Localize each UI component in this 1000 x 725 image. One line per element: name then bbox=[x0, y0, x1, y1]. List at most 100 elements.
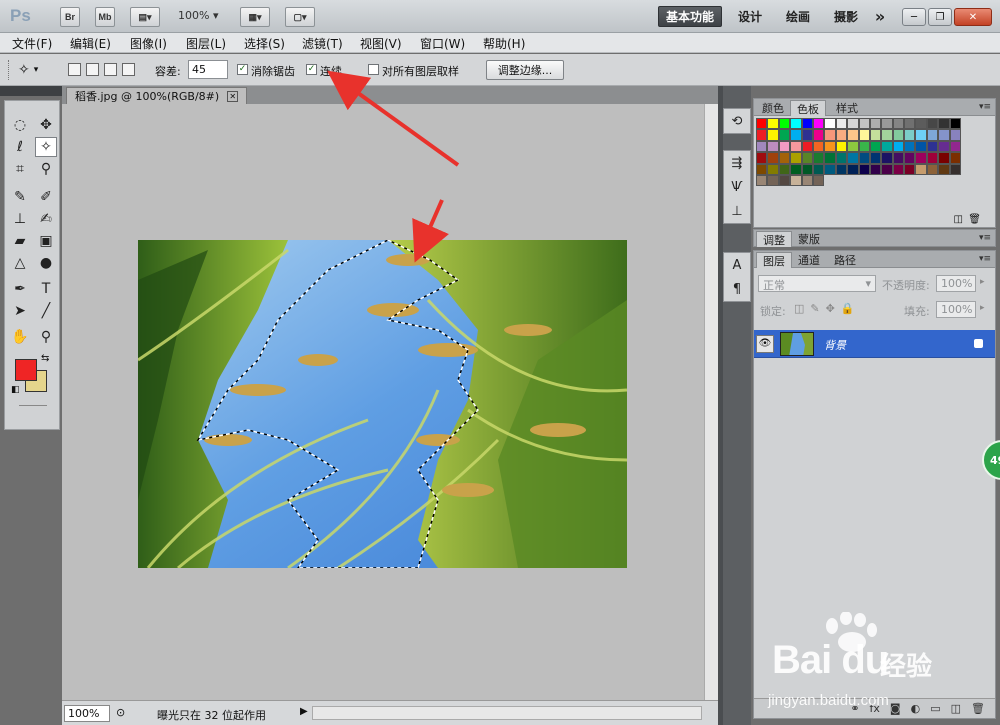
color-swatch[interactable] bbox=[847, 118, 859, 130]
panel-menu-icon[interactable]: ▾≡ bbox=[979, 254, 991, 264]
color-swatch[interactable] bbox=[869, 129, 882, 141]
color-swatch[interactable] bbox=[801, 163, 813, 175]
delete-layer-icon[interactable]: 🗑 bbox=[971, 702, 985, 715]
color-swatch[interactable] bbox=[892, 163, 905, 175]
color-swatch[interactable] bbox=[949, 118, 962, 130]
menu-layer[interactable]: 图层(L) bbox=[186, 35, 226, 52]
quick-mask-button[interactable] bbox=[19, 405, 47, 406]
color-swatch[interactable] bbox=[949, 129, 962, 141]
brush-presets-icon[interactable]: ⇶ bbox=[724, 151, 750, 175]
color-swatch[interactable] bbox=[915, 118, 927, 130]
color-swatch[interactable] bbox=[858, 140, 870, 153]
color-swatch[interactable] bbox=[778, 140, 791, 153]
color-swatch[interactable] bbox=[847, 140, 859, 153]
layer-row-background[interactable]: 👁 背景 bbox=[754, 330, 995, 358]
status-info-icon[interactable]: ⊙ bbox=[116, 706, 125, 719]
workspace-essentials[interactable]: 基本功能 bbox=[658, 6, 722, 27]
color-swatch[interactable] bbox=[778, 163, 791, 175]
clone-stamp-icon[interactable]: ⊥ bbox=[9, 209, 31, 229]
color-swatch[interactable] bbox=[926, 118, 939, 130]
refine-edge-button[interactable]: 调整边缘... bbox=[486, 60, 564, 80]
gradient-tool-icon[interactable]: ▣ bbox=[35, 231, 57, 251]
vertical-scrollbar[interactable] bbox=[704, 104, 718, 700]
history-brush-icon[interactable]: ✍ bbox=[35, 209, 57, 229]
color-swatch[interactable] bbox=[858, 129, 870, 141]
subtract-selection-mode[interactable] bbox=[104, 63, 117, 76]
color-swatch[interactable] bbox=[835, 129, 848, 141]
arrange-documents-button[interactable]: ▦▾ bbox=[240, 7, 270, 27]
delete-swatch-icon[interactable]: 🗑 bbox=[968, 214, 981, 225]
color-swatch[interactable] bbox=[812, 174, 825, 187]
color-swatch[interactable] bbox=[892, 152, 905, 164]
menu-view[interactable]: 视图(V) bbox=[360, 35, 402, 52]
default-colors-icon[interactable]: ◧ bbox=[11, 385, 20, 395]
add-mask-icon[interactable]: ◙ bbox=[890, 702, 901, 715]
bridge-button[interactable]: Br bbox=[60, 7, 80, 27]
color-swatch[interactable] bbox=[904, 163, 916, 175]
color-swatch[interactable] bbox=[767, 163, 779, 175]
document-tab[interactable]: 稻香.jpg @ 100%(RGB/8#) ✕ bbox=[66, 87, 248, 104]
adjustment-layer-icon[interactable]: ◐ bbox=[911, 702, 921, 715]
tab-color[interactable]: 颜色 bbox=[756, 100, 790, 116]
eye-icon[interactable]: 👁 bbox=[756, 335, 774, 353]
color-swatch[interactable] bbox=[801, 129, 813, 141]
color-swatch[interactable] bbox=[926, 140, 939, 153]
color-swatch[interactable] bbox=[835, 118, 848, 130]
color-swatch[interactable] bbox=[915, 152, 927, 164]
color-swatch[interactable] bbox=[869, 118, 882, 130]
zoom-level-display[interactable]: 100% ▾ bbox=[178, 9, 218, 22]
color-swatch[interactable] bbox=[847, 163, 859, 175]
contiguous-checkbox[interactable]: ✓ bbox=[306, 64, 317, 75]
lasso-tool-icon[interactable]: ℓ bbox=[9, 137, 31, 157]
color-swatch[interactable] bbox=[915, 140, 927, 153]
opacity-arrow-icon[interactable]: ▸ bbox=[980, 277, 985, 287]
color-swatch[interactable] bbox=[949, 140, 962, 153]
color-swatch[interactable] bbox=[767, 174, 779, 187]
panel-menu-icon[interactable]: ▾≡ bbox=[979, 102, 991, 112]
menu-file[interactable]: 文件(F) bbox=[12, 35, 52, 52]
color-swatch[interactable] bbox=[904, 140, 916, 153]
color-swatch[interactable] bbox=[801, 174, 813, 187]
dodge-tool-icon[interactable]: ● bbox=[35, 253, 57, 273]
color-swatch[interactable] bbox=[938, 152, 950, 164]
status-arrow-icon[interactable]: ▶ bbox=[300, 706, 308, 717]
intersect-selection-mode[interactable] bbox=[122, 63, 135, 76]
brush-tool-icon[interactable]: ✐ bbox=[35, 187, 57, 207]
type-tool-icon[interactable]: T bbox=[35, 279, 57, 299]
close-document-icon[interactable]: ✕ bbox=[227, 90, 239, 102]
color-swatch[interactable] bbox=[881, 140, 893, 153]
color-swatch[interactable] bbox=[824, 140, 836, 153]
color-swatch[interactable] bbox=[949, 163, 962, 175]
color-swatch[interactable] bbox=[938, 118, 950, 130]
options-grip[interactable] bbox=[8, 60, 10, 80]
restore-button[interactable]: ❐ bbox=[928, 8, 952, 26]
new-swatch-icon[interactable]: ◫ bbox=[954, 214, 963, 225]
swap-colors-icon[interactable]: ⇆ bbox=[41, 353, 49, 364]
color-swatch[interactable] bbox=[756, 152, 768, 164]
color-swatch[interactable] bbox=[801, 140, 813, 153]
color-swatch[interactable] bbox=[938, 163, 950, 175]
horizontal-scrollbar[interactable] bbox=[312, 706, 702, 720]
tab-paths[interactable]: 路径 bbox=[828, 252, 862, 268]
color-swatch[interactable] bbox=[756, 163, 768, 175]
color-swatch[interactable] bbox=[915, 163, 927, 175]
tab-layers[interactable]: 图层 bbox=[756, 252, 792, 268]
color-swatch[interactable] bbox=[926, 152, 939, 164]
menu-filter[interactable]: 滤镜(T) bbox=[302, 35, 343, 52]
zoom-tool-icon[interactable]: ⚲ bbox=[35, 327, 57, 347]
link-layers-icon[interactable]: ⚭ bbox=[850, 702, 859, 715]
fill-input[interactable]: 100% bbox=[936, 301, 976, 318]
workspace-design[interactable]: 设计 bbox=[730, 6, 770, 27]
color-swatch[interactable] bbox=[756, 129, 768, 141]
color-swatch[interactable] bbox=[892, 118, 905, 130]
menu-edit[interactable]: 编辑(E) bbox=[70, 35, 111, 52]
color-swatch[interactable] bbox=[812, 129, 825, 141]
color-swatch[interactable] bbox=[801, 152, 813, 164]
add-to-selection-mode[interactable] bbox=[86, 63, 99, 76]
tools-panel-header[interactable] bbox=[0, 86, 62, 96]
color-swatch[interactable] bbox=[812, 163, 825, 175]
eraser-tool-icon[interactable]: ▰ bbox=[9, 231, 31, 251]
move-tool-icon[interactable]: ✥ bbox=[35, 115, 57, 135]
hand-tool-icon[interactable]: ✋ bbox=[9, 327, 31, 347]
opacity-input[interactable]: 100% bbox=[936, 275, 976, 292]
